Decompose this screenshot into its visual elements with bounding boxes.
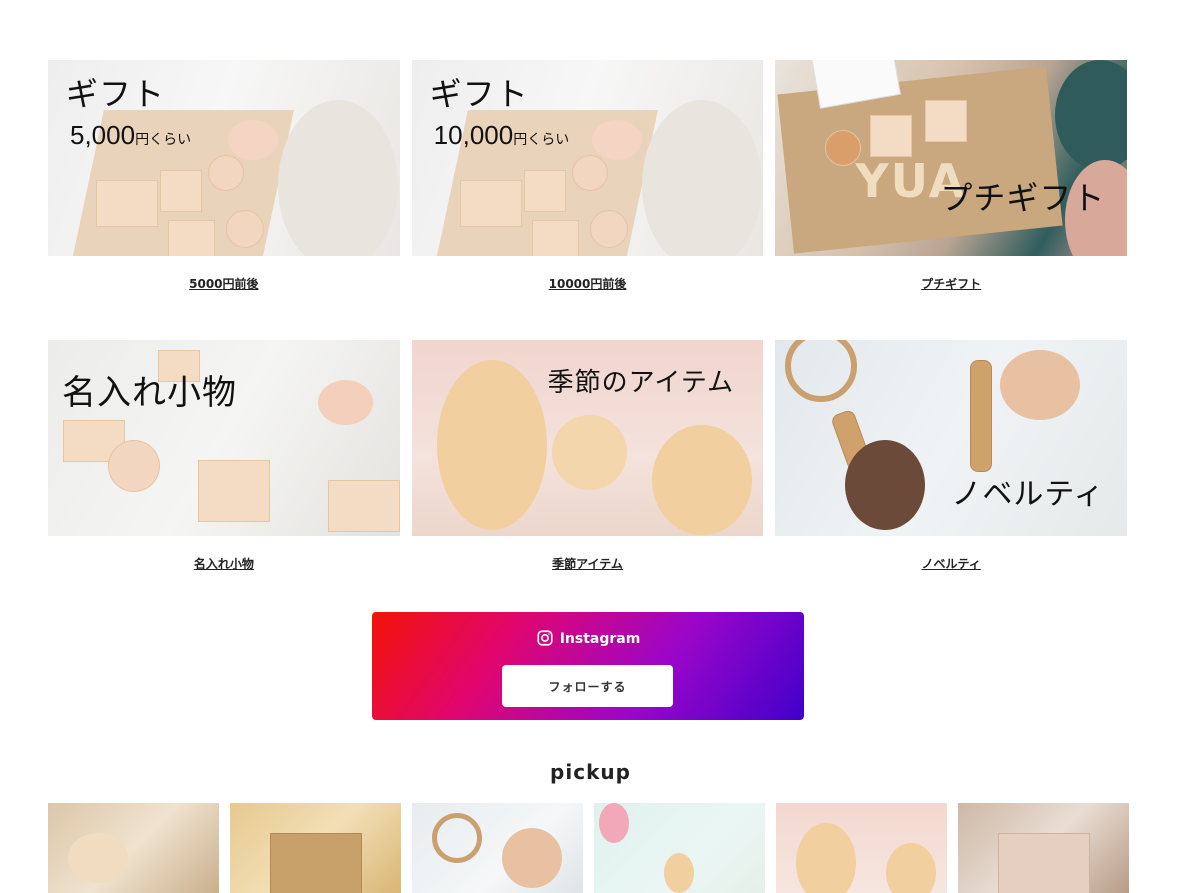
wood-cylinder-shape — [226, 210, 264, 248]
category-link[interactable]: ノベルティ — [922, 557, 981, 571]
wood-flower-shape — [551, 415, 627, 490]
category-image[interactable]: YUA プチギフト — [775, 60, 1128, 256]
wood-cylinder-shape — [589, 210, 628, 248]
wood-block-shape — [168, 220, 215, 256]
overlay-title: ギフト — [66, 75, 166, 113]
overlay-title: 名入れ小物 — [62, 373, 237, 413]
pickup-title: pickup — [550, 760, 631, 784]
wood-block-shape — [531, 220, 579, 256]
overlay-price: 5,000円くらい — [70, 120, 192, 150]
wood-toy-shape — [198, 460, 270, 522]
baby-hand-shape — [591, 120, 642, 160]
category-link[interactable]: 5000円前後 — [189, 277, 258, 291]
instagram-label: Instagram — [559, 631, 641, 647]
category-image[interactable]: 名入れ小物 — [48, 340, 400, 536]
whistle-shape — [970, 360, 993, 472]
category-card-petit-gift[interactable]: YUA プチギフト プチギフト — [775, 60, 1128, 292]
wood-toy-shape — [108, 440, 160, 492]
instagram-header: Instagram — [372, 629, 804, 647]
pickup-thumbnail[interactable] — [594, 803, 765, 893]
wood-doll-shape — [651, 425, 752, 535]
pickup-thumbnail[interactable] — [958, 803, 1129, 893]
follow-button[interactable]: フォローする — [502, 665, 673, 707]
category-card-novelty[interactable]: ノベルティ ノベルティ — [775, 340, 1128, 572]
pickup-thumbnail[interactable] — [230, 803, 401, 893]
pickup-thumbnail[interactable] — [48, 803, 219, 893]
wood-box-shape — [270, 833, 362, 893]
category-caption[interactable]: 季節アイテム — [412, 555, 764, 572]
wood-toy-shape — [328, 480, 400, 532]
category-card-seasonal[interactable]: 季節のアイテム 季節アイテム — [411, 340, 764, 572]
category-image[interactable]: ノベルティ — [775, 340, 1128, 536]
instagram-icon — [537, 630, 553, 646]
wood-doll-shape — [796, 823, 856, 893]
wood-toy-shape — [68, 833, 128, 883]
bear-tag-shape — [502, 828, 562, 888]
baby-leg-shape — [278, 100, 398, 256]
fabric-shape — [1055, 60, 1128, 170]
category-link[interactable]: 季節アイテム — [552, 557, 623, 571]
pickup-thumbnail[interactable] — [412, 803, 583, 893]
category-card-gift-10000[interactable]: ギフト 10,000円くらい 10000円前後 — [411, 60, 764, 292]
bear-tag-shape — [1000, 350, 1081, 420]
category-card-name-items[interactable]: 名入れ小物 名入れ小物 — [48, 340, 400, 572]
category-link[interactable]: プチギフト — [921, 277, 981, 291]
wood-block-shape — [925, 100, 968, 142]
wood-block-shape — [870, 115, 913, 157]
wood-block-shape — [96, 180, 158, 227]
overlay-title: ノベルティ — [951, 477, 1105, 512]
baby-leg-shape — [641, 100, 762, 256]
baby-hand-shape — [318, 380, 373, 425]
category-image[interactable]: 季節のアイテム — [411, 340, 764, 536]
category-caption[interactable]: 5000円前後 — [48, 275, 400, 292]
category-image[interactable]: ギフト 5,000円くらい — [48, 60, 400, 256]
wood-block-shape — [523, 170, 566, 212]
keyring-shape — [785, 340, 858, 402]
overlay-title: 季節のアイテム — [547, 368, 735, 398]
instagram-banner: Instagram フォローする — [372, 612, 804, 720]
wood-cylinder-shape — [571, 155, 608, 191]
category-row: 名入れ小物 名入れ小物 季節のアイテム 季節アイテム ノベルティ ノベルティ — [48, 340, 1128, 572]
category-row: ギフト 5,000円くらい 5000円前後 ギフト 10,000円くらい 100… — [48, 60, 1128, 292]
category-caption[interactable]: 名入れ小物 — [48, 555, 400, 572]
wood-block-shape — [459, 180, 522, 227]
pickup-thumbnails — [48, 803, 1129, 893]
category-grid: ギフト 5,000円くらい 5000円前後 ギフト 10,000円くらい 100… — [48, 60, 1128, 572]
category-card-gift-5000[interactable]: ギフト 5,000円くらい 5000円前後 — [48, 60, 400, 292]
wood-cylinder-shape — [208, 155, 244, 191]
wood-doll-shape — [436, 360, 547, 530]
category-caption[interactable]: プチギフト — [775, 275, 1127, 292]
pickup-thumbnail[interactable] — [776, 803, 947, 893]
bear-tag-shape — [845, 440, 926, 530]
category-link[interactable]: 10000円前後 — [549, 277, 627, 291]
blossom-shape — [599, 803, 629, 843]
category-caption[interactable]: ノベルティ — [775, 555, 1127, 572]
baby-hand-shape — [228, 120, 278, 160]
category-image[interactable]: ギフト 10,000円くらい — [411, 60, 764, 256]
overlay-title: ギフト — [429, 75, 529, 113]
wood-block-shape — [160, 170, 202, 212]
gift-bag-shape — [998, 833, 1090, 893]
overlay-price: 10,000円くらい — [433, 120, 570, 150]
overlay-title: プチギフト — [940, 179, 1106, 217]
category-caption[interactable]: 10000円前後 — [412, 275, 764, 292]
wood-doll-shape — [886, 843, 936, 893]
keyring-shape — [432, 813, 482, 863]
category-link[interactable]: 名入れ小物 — [194, 557, 254, 571]
wood-doll-shape — [664, 853, 694, 893]
